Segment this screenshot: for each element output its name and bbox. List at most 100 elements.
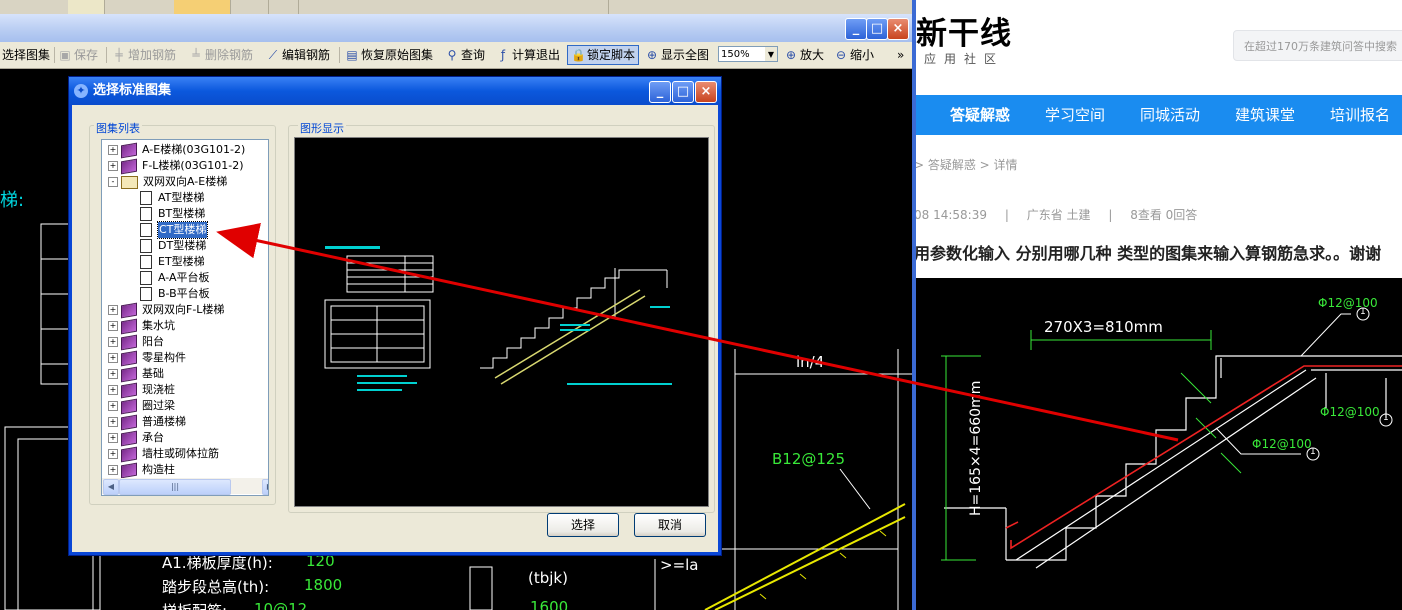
hscroll-thumb[interactable]: ||| <box>119 479 231 495</box>
expand-icon[interactable]: + <box>108 145 118 155</box>
cad-dimension-label: ln/4 <box>796 353 825 371</box>
site-logo-subtitle: 应用社区 <box>924 52 1005 66</box>
expand-icon[interactable]: + <box>108 465 118 475</box>
scroll-right-icon[interactable]: ▶ <box>262 479 268 495</box>
calc-exit-button[interactable]: ƒ 计算退出 <box>496 46 560 64</box>
tree-node[interactable]: + 集水坑 <box>108 318 175 334</box>
nav-item-classroom[interactable]: 建筑课堂 <box>1235 95 1295 135</box>
tree-node[interactable]: + 双网双向F-L楼梯 <box>108 302 224 318</box>
select-button[interactable]: 选择 <box>547 513 619 537</box>
expand-icon[interactable]: + <box>108 401 118 411</box>
scroll-left-icon[interactable]: ◀ <box>103 479 119 495</box>
cancel-button[interactable]: 取消 <box>634 513 706 537</box>
zoom-out-label: 缩小 <box>850 48 875 62</box>
tree-node[interactable]: - 双网双向A-E楼梯 <box>108 174 227 190</box>
delete-rebar-button[interactable]: ╧ 删除钢筋 <box>189 46 253 64</box>
nav-item-study[interactable]: 学习空间 <box>1045 95 1105 135</box>
calc-exit-label: 计算退出 <box>512 48 561 62</box>
nav-item-training[interactable]: 培训报名 <box>1330 95 1390 135</box>
tree-node[interactable]: + 普通楼梯 <box>108 414 186 430</box>
tree-node[interactable]: B-B平台板 <box>140 286 210 302</box>
expand-icon[interactable]: + <box>108 161 118 171</box>
expand-icon[interactable]: + <box>108 385 118 395</box>
dialog-close-button[interactable]: × <box>695 81 717 103</box>
query-label: 查询 <box>461 48 486 62</box>
tree-node[interactable]: + 构造柱 <box>108 462 175 478</box>
book-icon <box>121 462 137 478</box>
tree-node[interactable]: + A-E楼梯(03G101-2) <box>108 142 245 158</box>
nav-item-qa[interactable]: 答疑解惑 <box>950 95 1010 135</box>
tree-node-label: 普通楼梯 <box>142 415 186 428</box>
add-rebar-label: 增加钢筋 <box>128 48 177 62</box>
expand-icon[interactable]: + <box>108 449 118 459</box>
book-icon <box>121 398 137 414</box>
tree-node[interactable]: + F-L楼梯(03G101-2) <box>108 158 244 174</box>
minimize-button[interactable]: _ <box>845 18 867 40</box>
question-image: 270X3=810mm H=165×4=660mm Φ12@100 Φ12@10… <box>916 278 1402 610</box>
expand-icon[interactable]: + <box>108 417 118 427</box>
atlas-preview-canvas <box>294 137 709 507</box>
book-icon <box>121 158 137 174</box>
restore-atlas-button[interactable]: ▤ 恢复原始图集 <box>345 46 433 64</box>
expand-icon[interactable]: + <box>108 337 118 347</box>
nav-item-local-events[interactable]: 同城活动 <box>1140 95 1200 135</box>
app-title-bar: _ □ × <box>0 14 912 42</box>
tree-horizontal-scrollbar[interactable]: ◀ ||| ▶ <box>102 478 268 495</box>
breadcrumb[interactable]: > 答疑解惑 > 详情 <box>916 156 1018 173</box>
cad-total-height-label: 踏步段总高(th): <box>162 578 270 596</box>
tree-node[interactable]: AT型楼梯 <box>140 190 204 206</box>
tree-node[interactable]: + 阳台 <box>108 334 164 350</box>
cad-rebar-config-label: 梯板配筋: <box>162 600 227 610</box>
search-input[interactable]: 在超过170万条建筑问答中搜索 <box>1233 30 1402 61</box>
open-book-icon <box>121 175 138 189</box>
tree-node-label: CT型楼梯 <box>156 221 209 239</box>
expand-icon[interactable]: + <box>108 321 118 331</box>
edit-rebar-button[interactable]: ⟋ 编辑钢筋 <box>266 46 330 64</box>
tree-node[interactable]: + 现浇桩 <box>108 382 175 398</box>
zoom-level-select[interactable]: 150% ▼ <box>718 46 778 62</box>
tree-node[interactable]: + 墙柱或砌体拉筋 <box>108 446 219 462</box>
save-button[interactable]: ▣ 保存 <box>58 46 98 64</box>
tree-node-label: BT型楼梯 <box>158 207 206 220</box>
tree-node[interactable]: + 零星构件 <box>108 350 186 366</box>
tree-node[interactable]: ET型楼梯 <box>140 254 205 270</box>
expand-icon[interactable]: + <box>108 353 118 363</box>
lock-script-label: 锁定脚本 <box>587 48 636 62</box>
show-all-button[interactable]: ⊕ 显示全图 <box>645 46 709 64</box>
dialog-maximize-button[interactable]: □ <box>672 81 694 103</box>
dialog-minimize-button[interactable]: _ <box>649 81 671 103</box>
collapse-icon[interactable]: - <box>108 177 118 187</box>
add-rebar-button[interactable]: ╪ 增加钢筋 <box>112 46 176 64</box>
tree-node[interactable]: DT型楼梯 <box>140 238 206 254</box>
atlas-tree[interactable]: + A-E楼梯(03G101-2) + F-L楼梯(03G101-2) - 双网双向A-E… <box>101 139 269 496</box>
delete-rebar-label: 删除钢筋 <box>205 48 254 62</box>
select-atlas-button[interactable]: 选择图集 <box>2 46 50 64</box>
lock-script-button[interactable]: 🔒 锁定脚本 <box>567 45 640 65</box>
zoom-out-button[interactable]: ⊖ 缩小 <box>834 46 874 64</box>
site-logo[interactable]: 新干线 <box>916 8 1012 53</box>
tree-node[interactable]: A-A平台板 <box>140 270 210 286</box>
cad-tbjk-label: (tbjk) <box>528 569 568 587</box>
dialog-title-bar: ✦ 选择标准图集 _ □ × <box>69 77 721 105</box>
tree-node-label: B-B平台板 <box>158 287 210 300</box>
tree-node[interactable]: BT型楼梯 <box>140 206 205 222</box>
expand-icon[interactable]: + <box>108 305 118 315</box>
expand-icon[interactable]: + <box>108 369 118 379</box>
query-button[interactable]: ⚲ 查询 <box>445 46 485 64</box>
rebar-top-label: Φ12@100 <box>1318 296 1378 310</box>
dropdown-arrow-icon[interactable]: ▼ <box>765 47 777 61</box>
toolbar-overflow-button[interactable]: » <box>897 46 904 64</box>
zoom-in-button[interactable]: ⊕ 放大 <box>784 46 824 64</box>
tree-node[interactable]: + 承台 <box>108 430 164 446</box>
tree-node[interactable]: + 圈过梁 <box>108 398 175 414</box>
rebar-number-circle: 1 <box>1360 307 1366 317</box>
tree-node[interactable]: + 基础 <box>108 366 164 382</box>
close-button[interactable]: × <box>887 18 909 40</box>
maximize-button[interactable]: □ <box>866 18 888 40</box>
cad-la-label: >=la <box>660 556 699 574</box>
expand-icon[interactable]: + <box>108 433 118 443</box>
delete-rebar-icon: ╧ <box>192 48 200 62</box>
tree-node[interactable]: CT型楼梯 <box>140 221 209 239</box>
book-icon <box>121 414 137 430</box>
stair-preview-drawing <box>324 246 672 391</box>
